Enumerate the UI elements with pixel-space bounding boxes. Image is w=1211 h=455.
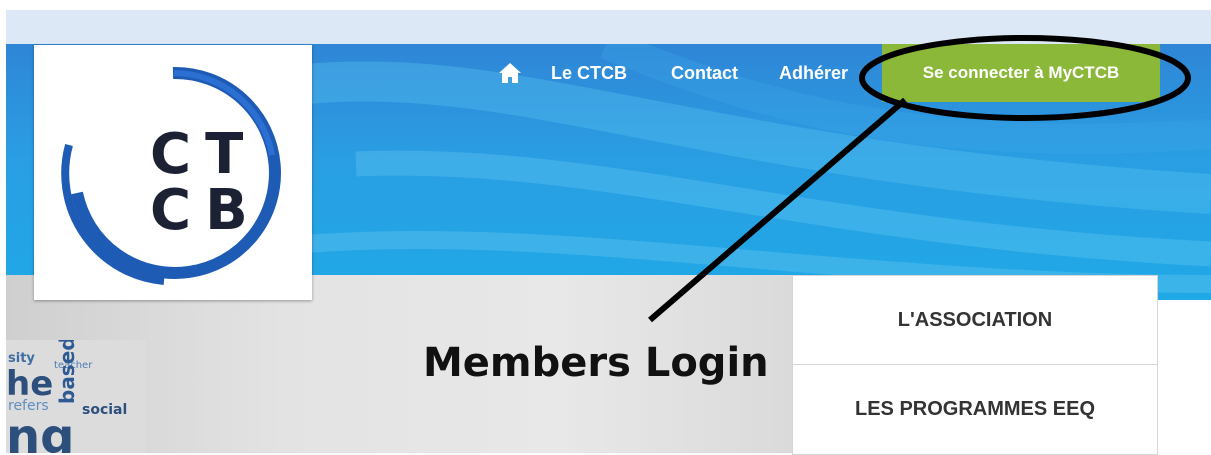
side-menu-item-association[interactable]: L'ASSOCIATION xyxy=(792,275,1158,365)
collage-word: ng xyxy=(6,409,75,453)
top-strip xyxy=(0,0,1211,10)
side-menu-item-programmes-eeq[interactable]: LES PROGRAMMES EEQ xyxy=(792,365,1158,455)
nav-item-adherer[interactable]: Adhérer xyxy=(779,58,848,88)
logo[interactable]: CT CB xyxy=(34,45,312,300)
annotation-label: Members Login xyxy=(423,340,769,386)
logo-text: CT CB xyxy=(150,127,260,239)
logo-text-line-1: CT xyxy=(150,122,258,187)
side-menu: L'ASSOCIATION LES PROGRAMMES EEQ xyxy=(792,275,1158,455)
nav-item-le-ctcb[interactable]: Le CTCB xyxy=(551,58,627,88)
collage-word: based xyxy=(55,340,79,404)
collage-word: social xyxy=(82,402,127,418)
browser-bar xyxy=(6,10,1211,44)
word-collage-image: sity he teacher based refers social ng xyxy=(6,340,146,453)
home-icon[interactable] xyxy=(498,62,522,84)
logo-text-line-2: CB xyxy=(150,178,262,243)
myctcb-login-button[interactable]: Se connecter à MyCTCB xyxy=(882,44,1160,102)
nav-item-contact[interactable]: Contact xyxy=(671,58,738,88)
